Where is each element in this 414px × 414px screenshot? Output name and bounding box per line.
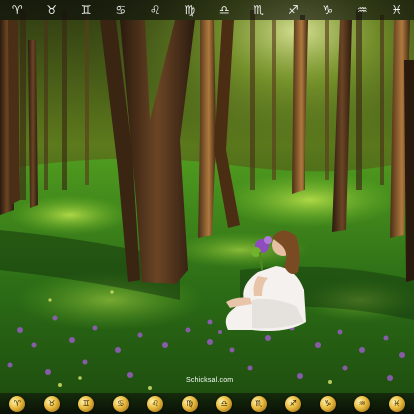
sagittarius-icon[interactable]: ♐: [279, 0, 307, 20]
pisces-badge-icon[interactable]: ♓: [388, 395, 405, 412]
libra-icon[interactable]: ♎: [210, 0, 238, 20]
taurus-icon[interactable]: ♉: [38, 0, 66, 20]
forest-scene-image: [0, 0, 414, 414]
zodiac-sign-bar: ♈ ♉ ♊ ♋ ♌ ♍ ♎ ♏ ♐ ♑ ♒ ♓: [0, 0, 414, 20]
capricorn-badge-icon[interactable]: ♑: [319, 395, 336, 412]
cancer-icon[interactable]: ♋: [107, 0, 135, 20]
virgo-badge-icon[interactable]: ♍: [181, 395, 198, 412]
scorpio-badge-icon[interactable]: ♏: [250, 395, 267, 412]
aquarius-icon[interactable]: ♒: [348, 0, 376, 20]
pisces-icon[interactable]: ♓: [383, 0, 411, 20]
virgo-icon[interactable]: ♍: [176, 0, 204, 20]
leo-badge-icon[interactable]: ♌: [147, 395, 164, 412]
aries-badge-icon[interactable]: ♈: [9, 395, 26, 412]
libra-badge-icon[interactable]: ♎: [216, 395, 233, 412]
sagittarius-badge-icon[interactable]: ♐: [285, 395, 302, 412]
watermark-text: Schicksal.com: [186, 377, 234, 384]
scorpio-icon[interactable]: ♏: [245, 0, 273, 20]
schicksal-watermark: Schicksal.com: [182, 376, 234, 390]
gemini-badge-icon[interactable]: ♊: [78, 395, 95, 412]
cancer-badge-icon[interactable]: ♋: [112, 395, 129, 412]
gemini-icon[interactable]: ♊: [72, 0, 100, 20]
zodiac-badge-bar: ♈ ♉ ♊ ♋ ♌ ♍ ♎ ♏ ♐ ♑ ♒ ♓: [0, 393, 414, 414]
astrology-photo-frame: ♈ ♉ ♊ ♋ ♌ ♍ ♎ ♏ ♐ ♑ ♒ ♓ Schicksal.com ♈ …: [0, 0, 414, 414]
aries-icon[interactable]: ♈: [3, 0, 31, 20]
leo-icon[interactable]: ♌: [141, 0, 169, 20]
taurus-badge-icon[interactable]: ♉: [43, 395, 60, 412]
aquarius-badge-icon[interactable]: ♒: [354, 395, 371, 412]
capricorn-icon[interactable]: ♑: [314, 0, 342, 20]
